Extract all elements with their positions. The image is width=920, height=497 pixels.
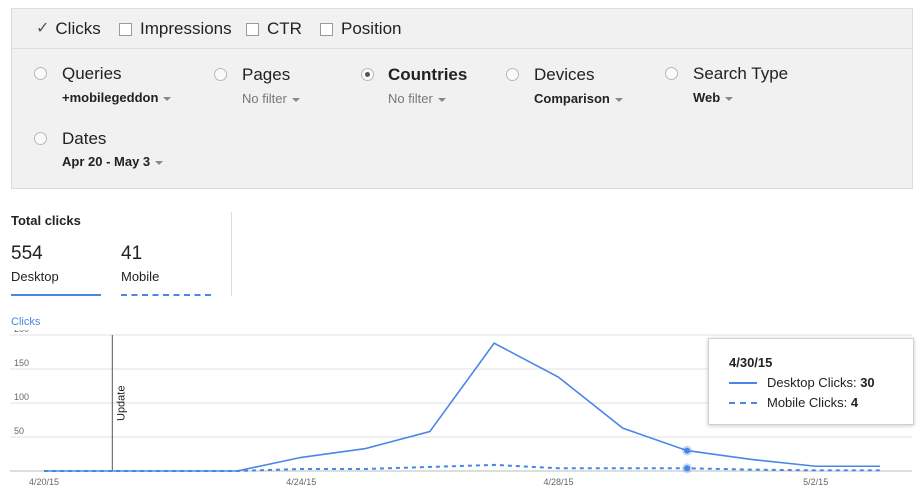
countries-filter-dropdown[interactable]: No filter [388, 91, 446, 106]
countries-filter-value: No filter [388, 91, 433, 106]
chevron-down-icon [291, 97, 300, 102]
x-tick-label: 4/24/15 [286, 477, 316, 487]
dates-label[interactable]: Dates [62, 129, 106, 149]
metric-ctr[interactable]: CTR [246, 19, 302, 39]
checkbox-icon [320, 22, 333, 36]
metric-clicks[interactable]: ✓ Clicks [36, 19, 101, 39]
y-tick-label: 100 [14, 392, 29, 402]
tooltip-desktop-value: 30 [860, 375, 875, 390]
queries-filter-value: +mobilegeddon [62, 90, 159, 105]
x-tick-label: 4/28/15 [543, 477, 573, 487]
chevron-down-icon [725, 96, 734, 101]
tooltip-row-desktop: Desktop Clicks: 30 [729, 375, 875, 390]
chevron-down-icon [614, 97, 623, 102]
chart-tooltip: 4/30/15 Desktop Clicks: 30 Mobile Clicks… [708, 338, 914, 425]
search-type-filter-value: Web [693, 90, 721, 105]
mobile-series-indicator [121, 294, 211, 296]
metric-clicks-label: Clicks [55, 19, 101, 38]
mobile-stat[interactable]: 41 Mobile [121, 243, 211, 295]
mobile-clicks-line [44, 463, 880, 472]
x-tick-label: 5/2/15 [803, 477, 828, 487]
pages-label[interactable]: Pages [242, 65, 290, 85]
chevron-down-icon [437, 97, 446, 102]
annotation-label: Update [115, 386, 127, 421]
tooltip-date: 4/30/15 [729, 355, 773, 370]
filter-panel: ✓ Clicks Impressions CTR Position Querie… [11, 8, 913, 189]
metric-impressions[interactable]: Impressions [119, 19, 232, 39]
desktop-stat[interactable]: 554 Desktop [11, 243, 101, 295]
tooltip-desktop-label: Desktop Clicks: [767, 375, 857, 390]
desktop-stat-value: 554 [11, 243, 43, 264]
dates-filter-value: Apr 20 - May 3 [62, 154, 151, 169]
dates-filter-dropdown[interactable]: Apr 20 - May 3 [62, 154, 164, 169]
highlight-point [684, 465, 691, 472]
y-tick-label: 50 [14, 426, 24, 436]
highlight-point [684, 447, 691, 454]
y-axis-title: Clicks [11, 316, 41, 328]
totals-title: Total clicks [11, 213, 81, 228]
countries-radio[interactable] [361, 68, 374, 81]
metrics-bar: ✓ Clicks Impressions CTR Position [12, 9, 912, 49]
metric-ctr-label: CTR [267, 19, 302, 38]
tooltip-row-mobile: Mobile Clicks: 4 [729, 395, 858, 410]
divider [231, 212, 232, 296]
metric-position[interactable]: Position [320, 19, 401, 39]
tooltip-mobile-label: Mobile Clicks: [767, 395, 848, 410]
devices-filter-dropdown[interactable]: Comparison [534, 91, 623, 106]
metric-impressions-label: Impressions [140, 19, 232, 38]
devices-label[interactable]: Devices [534, 65, 594, 85]
metric-position-label: Position [341, 19, 402, 38]
devices-radio[interactable] [506, 68, 519, 81]
queries-label[interactable]: Queries [62, 64, 122, 84]
y-tick-label: 200 [14, 330, 29, 334]
pages-filter-value: No filter [242, 91, 287, 106]
mobile-stat-label: Mobile [121, 269, 160, 284]
desktop-series-indicator [11, 294, 101, 296]
chevron-down-icon [163, 96, 172, 101]
checkmark-icon: ✓ [36, 20, 50, 37]
countries-label[interactable]: Countries [388, 65, 467, 85]
search-type-filter-dropdown[interactable]: Web [693, 90, 734, 105]
pages-filter-dropdown[interactable]: No filter [242, 91, 300, 106]
queries-filter-dropdown[interactable]: +mobilegeddon [62, 90, 172, 105]
chevron-down-icon [155, 160, 164, 165]
checkbox-icon [246, 22, 259, 36]
queries-radio[interactable] [34, 67, 47, 80]
dates-radio[interactable] [34, 132, 47, 145]
y-tick-label: 150 [14, 358, 29, 368]
devices-filter-value: Comparison [534, 91, 610, 106]
x-tick-label: 4/20/15 [29, 477, 59, 487]
tooltip-mobile-value: 4 [850, 395, 859, 410]
desktop-stat-label: Desktop [11, 269, 59, 284]
solid-line-swatch [729, 381, 757, 384]
search-type-label[interactable]: Search Type [693, 64, 788, 84]
dashed-line-swatch [729, 401, 757, 404]
pages-radio[interactable] [214, 68, 227, 81]
mobile-stat-value: 41 [121, 243, 143, 264]
search-type-radio[interactable] [665, 67, 678, 80]
checkbox-icon [119, 22, 132, 36]
